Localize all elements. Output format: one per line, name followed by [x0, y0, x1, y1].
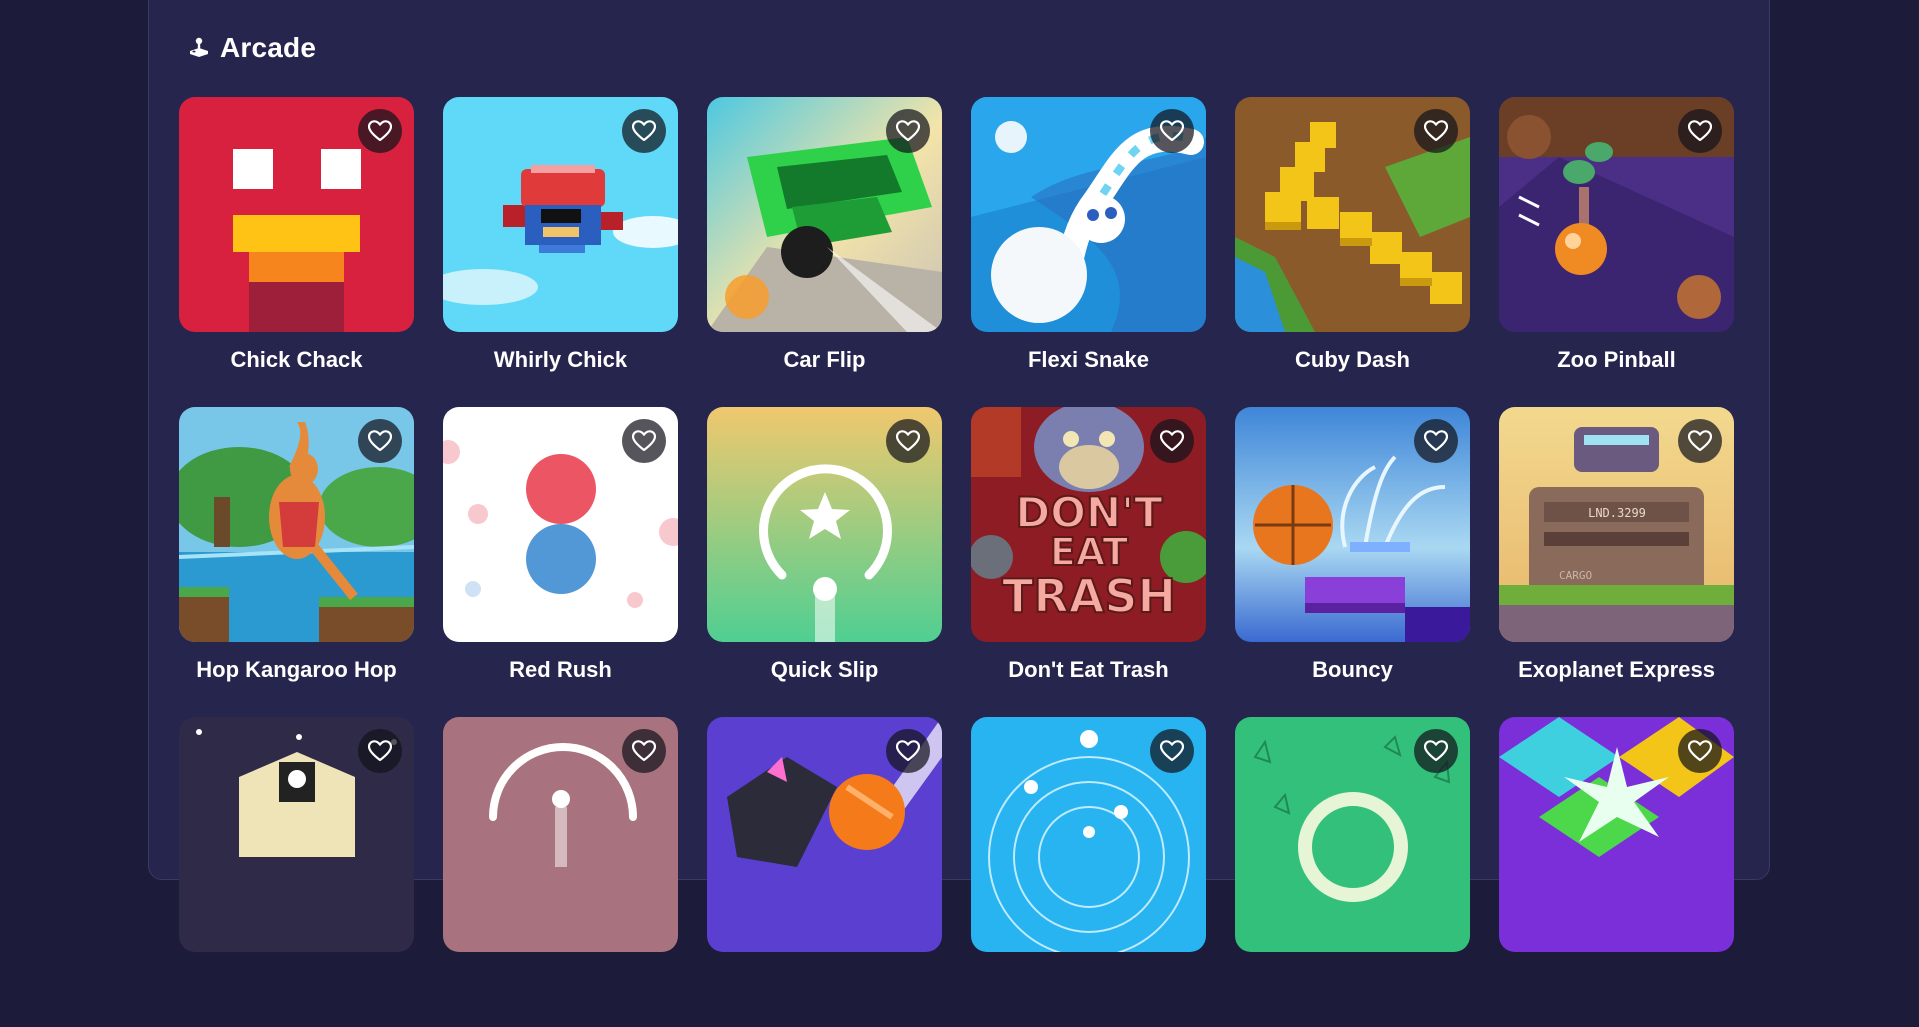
- game-thumbnail[interactable]: [179, 97, 414, 332]
- game-card[interactable]: Chick Chack: [179, 97, 414, 407]
- game-card[interactable]: Car Flip: [707, 97, 942, 407]
- game-card[interactable]: [443, 717, 678, 1027]
- game-thumbnail[interactable]: [707, 97, 942, 332]
- game-card[interactable]: [179, 717, 414, 1027]
- game-thumbnail[interactable]: [1235, 97, 1470, 332]
- game-card[interactable]: Quick Slip: [707, 407, 942, 717]
- game-thumbnail[interactable]: [1499, 97, 1734, 332]
- game-card[interactable]: DON'T EAT TRASH Don't Eat Trash: [971, 407, 1206, 717]
- game-thumbnail[interactable]: LND.3299 CARGO: [1499, 407, 1734, 642]
- heart-outline-icon: [1160, 430, 1184, 452]
- game-title[interactable]: Flexi Snake: [971, 347, 1206, 373]
- heart-outline-icon: [632, 120, 656, 142]
- game-thumbnail[interactable]: [443, 97, 678, 332]
- heart-outline-icon: [896, 740, 920, 762]
- heart-outline-icon: [368, 430, 392, 452]
- game-card[interactable]: Cuby Dash: [1235, 97, 1470, 407]
- heart-outline-icon: [1688, 430, 1712, 452]
- art-text-lnd: LND.3299: [1588, 506, 1646, 520]
- favorite-button[interactable]: [1414, 109, 1458, 153]
- game-thumbnail[interactable]: [179, 407, 414, 642]
- favorite-button[interactable]: [1678, 729, 1722, 773]
- section-heading: Arcade: [186, 30, 316, 66]
- game-thumbnail[interactable]: [1499, 717, 1734, 952]
- favorite-button[interactable]: [358, 109, 402, 153]
- favorite-button[interactable]: [886, 729, 930, 773]
- game-card[interactable]: LND.3299 CARGO Exoplanet Express: [1499, 407, 1734, 717]
- heart-outline-icon: [368, 740, 392, 762]
- heart-outline-icon: [1160, 740, 1184, 762]
- game-grid: Chick Chack Whirly Chick Car Flip Flexi …: [179, 97, 1734, 1027]
- game-card[interactable]: [1499, 717, 1734, 1027]
- game-title[interactable]: Exoplanet Express: [1499, 657, 1734, 683]
- favorite-button[interactable]: [1414, 419, 1458, 463]
- game-title[interactable]: Car Flip: [707, 347, 942, 373]
- game-title[interactable]: Zoo Pinball: [1499, 347, 1734, 373]
- favorite-button[interactable]: [622, 419, 666, 463]
- game-title[interactable]: Hop Kangaroo Hop: [179, 657, 414, 683]
- heart-outline-icon: [1424, 120, 1448, 142]
- game-card[interactable]: Zoo Pinball: [1499, 97, 1734, 407]
- game-thumbnail[interactable]: [1235, 717, 1470, 952]
- art-text-trash: TRASH: [1002, 569, 1176, 623]
- game-title[interactable]: Whirly Chick: [443, 347, 678, 373]
- heart-outline-icon: [368, 120, 392, 142]
- favorite-button[interactable]: [886, 109, 930, 153]
- favorite-button[interactable]: [358, 419, 402, 463]
- favorite-button[interactable]: [886, 419, 930, 463]
- art-text-cargo: CARGO: [1559, 569, 1592, 582]
- heart-outline-icon: [632, 430, 656, 452]
- heart-outline-icon: [896, 120, 920, 142]
- game-thumbnail[interactable]: [1235, 407, 1470, 642]
- game-thumbnail[interactable]: [971, 97, 1206, 332]
- favorite-button[interactable]: [622, 729, 666, 773]
- game-title[interactable]: Red Rush: [443, 657, 678, 683]
- game-card[interactable]: Flexi Snake: [971, 97, 1206, 407]
- heart-outline-icon: [1424, 740, 1448, 762]
- game-thumbnail[interactable]: [443, 717, 678, 952]
- favorite-button[interactable]: [1678, 419, 1722, 463]
- joystick-icon: [186, 35, 212, 61]
- heart-outline-icon: [632, 740, 656, 762]
- heart-outline-icon: [896, 430, 920, 452]
- game-thumbnail[interactable]: [707, 717, 942, 952]
- game-card[interactable]: Whirly Chick: [443, 97, 678, 407]
- game-card[interactable]: [1235, 717, 1470, 1027]
- section-title: Arcade: [220, 32, 317, 63]
- favorite-button[interactable]: [1150, 419, 1194, 463]
- game-card[interactable]: [971, 717, 1206, 1027]
- heart-outline-icon: [1160, 120, 1184, 142]
- game-thumbnail[interactable]: [707, 407, 942, 642]
- game-thumbnail[interactable]: DON'T EAT TRASH: [971, 407, 1206, 642]
- art-text-eat: EAT: [1050, 530, 1128, 574]
- game-title[interactable]: Bouncy: [1235, 657, 1470, 683]
- favorite-button[interactable]: [1150, 109, 1194, 153]
- game-card[interactable]: [707, 717, 942, 1027]
- game-title[interactable]: Don't Eat Trash: [971, 657, 1206, 683]
- favorite-button[interactable]: [622, 109, 666, 153]
- game-thumbnail[interactable]: [971, 717, 1206, 952]
- favorite-button[interactable]: [1678, 109, 1722, 153]
- favorite-button[interactable]: [1414, 729, 1458, 773]
- heart-outline-icon: [1424, 430, 1448, 452]
- heart-outline-icon: [1688, 120, 1712, 142]
- game-card[interactable]: Red Rush: [443, 407, 678, 717]
- game-title[interactable]: Chick Chack: [179, 347, 414, 373]
- game-title[interactable]: Cuby Dash: [1235, 347, 1470, 373]
- game-card[interactable]: Bouncy: [1235, 407, 1470, 717]
- game-title[interactable]: Quick Slip: [707, 657, 942, 683]
- favorite-button[interactable]: [1150, 729, 1194, 773]
- favorite-button[interactable]: [358, 729, 402, 773]
- game-card[interactable]: Hop Kangaroo Hop: [179, 407, 414, 717]
- game-thumbnail[interactable]: [179, 717, 414, 952]
- heart-outline-icon: [1688, 740, 1712, 762]
- game-thumbnail[interactable]: [443, 407, 678, 642]
